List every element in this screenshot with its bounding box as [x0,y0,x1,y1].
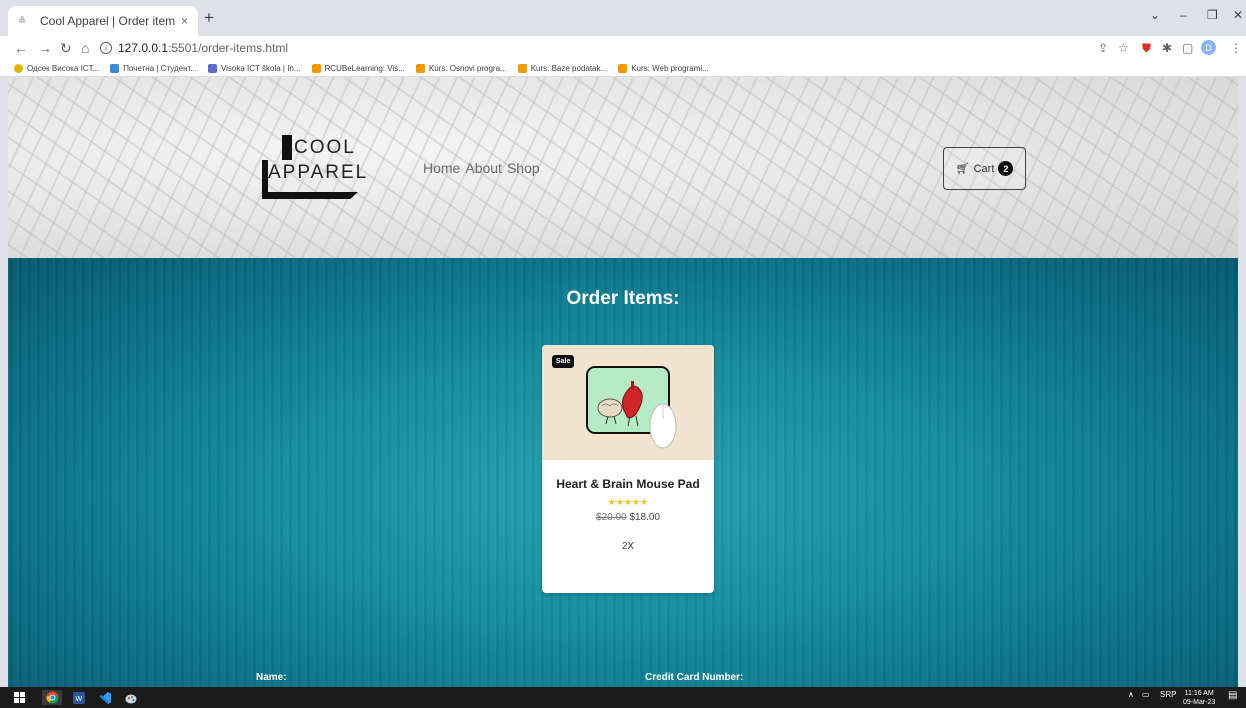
product-name[interactable]: Heart & Brain Mouse Pad [542,477,714,491]
bookmark-favicon-icon [311,63,321,73]
clock[interactable]: 11:16 AM 09-Mar-23 [1183,689,1215,707]
bookmark-favicon-icon [14,63,23,73]
site-header: COOL APPAREL Home About Shop 🛒︎ Cart 2 [8,77,1238,258]
bookmark-favicon-icon [618,63,628,73]
bookmark-favicon-icon [207,63,217,73]
star-icon: ★ [615,497,624,507]
bookmark-favicon-icon [517,63,527,73]
logo-text-apparel: APPAREL [268,162,369,183]
card-number-label: Credit Card Number: [645,672,744,683]
product-image: Sale [542,345,714,460]
browser-tab[interactable]: ≗ Cool Apparel | Order items × [8,6,198,36]
bookmark-favicon-icon [110,63,120,73]
home-icon[interactable]: ⌂ [81,39,89,57]
bookmark-label: Kurs: Web programi... [631,63,709,73]
bookmark-favicon-icon [415,63,425,73]
bookmark-label: Почетна | Студент... [123,63,197,73]
cart-count-badge: 2 [998,161,1014,176]
url-path: :5501/order-items.html [168,41,289,55]
bookmark-item[interactable]: Visoka ICT škola | In... [207,63,301,73]
clock-time: 11:16 AM [1184,690,1214,697]
profile-avatar[interactable]: D [1201,40,1216,55]
windows-taskbar: W ∧ ▭ SRP 11:16 AM 09-Mar-23 ▤ [0,687,1246,708]
nav-shop-link[interactable]: Shop [507,160,540,176]
bookmark-label: Kurs: Osnovi progra... [428,63,507,73]
bookmark-item[interactable]: Одсек Висока ICT... [14,63,100,73]
restore-icon[interactable]: ❐ [1207,8,1218,22]
reload-icon[interactable]: ↻ [60,39,72,57]
side-panel-icon[interactable]: ▢ [1182,41,1193,55]
logo-text-cool: COOL [294,137,356,158]
old-price: $20.00 [596,512,627,523]
nav-home-link[interactable]: Home [423,160,460,176]
vscode-taskbar-icon[interactable] [96,690,114,705]
sale-badge: Sale [552,355,575,368]
close-window-icon[interactable]: ✕ [1233,8,1243,22]
bookmark-item[interactable]: Kurs: Baze podatak... [517,63,608,73]
tab-title: Cool Apparel | Order items [40,14,175,28]
star-icon: ★ [632,497,641,507]
chrome-taskbar-icon[interactable] [42,690,62,705]
extensions-puzzle-icon[interactable]: ✱ [1162,41,1172,55]
address-bar[interactable]: i 127.0.0.1:5501/order-items.html [100,38,1100,58]
star-icon: ★ [607,497,616,507]
network-icon[interactable]: ▭ [1142,690,1150,699]
star-icon: ★ [640,497,649,507]
bookmark-item[interactable]: Почетна | Студент... [110,63,197,73]
cart-button[interactable]: 🛒︎ Cart 2 [943,147,1026,190]
tab-strip: ≗ Cool Apparel | Order items × + ⌄ – ❐ ✕ [0,0,1246,36]
card-body: Heart & Brain Mouse Pad ★★★★★ $20.00 $18… [542,460,714,593]
bookmark-star-icon[interactable]: ☆ [1118,41,1129,55]
star-icon: ★ [623,497,633,507]
minimize-icon[interactable]: – [1180,8,1187,22]
tab-close-icon[interactable]: × [181,14,188,28]
new-tab-button[interactable]: + [204,9,214,27]
windows-start-icon[interactable] [12,690,26,705]
tab-favicon-icon: ≗ [18,15,27,27]
cart-icon: 🛒︎ [955,163,970,175]
back-icon[interactable]: ← [14,39,28,57]
bookmark-item[interactable]: Kurs: Osnovi progra... [415,63,507,73]
clock-date: 09-Mar-23 [1183,699,1216,706]
item-quantity: 2X [621,541,635,552]
sale-price: $18.00 [629,512,660,523]
name-label: Name: [256,672,287,683]
browser-toolbar: ← → ↻ ⌂ i 127.0.0.1:5501/order-items.htm… [0,36,1246,60]
paint-taskbar-icon[interactable] [122,690,140,705]
site-info-icon[interactable]: i [100,42,112,54]
rating-stars: ★★★★★ [542,497,714,508]
tab-search-icon[interactable]: ⌄ [1150,8,1160,22]
computer-mouse-icon [649,403,677,449]
order-item-card[interactable]: Sale Heart & Brain Mouse Pad ★★★★★ $20.0… [542,345,714,593]
page-viewport: COOL APPAREL Home About Shop 🛒︎ Cart 2 O… [8,77,1238,687]
word-taskbar-icon[interactable]: W [70,690,88,705]
page-title: Order Items: [566,288,680,309]
share-icon[interactable]: ⇪ [1098,41,1108,55]
menu-kebab-icon[interactable]: ⋮ [1230,41,1242,55]
tray-chevron-icon[interactable]: ∧ [1128,690,1134,699]
bookmark-item[interactable]: Kurs: Web programi... [618,63,709,73]
language-indicator[interactable]: SRP [1160,690,1176,699]
bookmarks-bar: Одсек Висока ICT... Почетна | Студент...… [0,60,1246,77]
notifications-icon[interactable]: ▤ [1228,690,1237,701]
bookmark-label: Visoka ICT škola | In... [220,63,301,73]
bookmark-item[interactable]: RCUBeLearning: Vis... [311,63,405,73]
url-host: 127.0.0.1 [118,41,169,55]
cart-label: Cart [973,162,995,175]
svg-text:W: W [76,696,83,703]
extension-shield-icon[interactable]: ⛊ [1142,41,1151,55]
order-section: Order Items: Sale Heart & Brain Mouse Pa… [8,258,1238,687]
bookmark-label: Одсек Висока ICT... [27,63,100,73]
bookmark-label: RCUBeLearning: Vis... [324,63,405,73]
main-nav: Home About Shop [423,160,540,176]
product-price: $20.00 $18.00 [542,512,714,523]
bookmark-label: Kurs: Baze podatak... [530,63,608,73]
site-logo[interactable]: COOL APPAREL [262,135,366,201]
forward-icon[interactable]: → [38,39,52,57]
nav-about-link[interactable]: About [465,160,502,176]
